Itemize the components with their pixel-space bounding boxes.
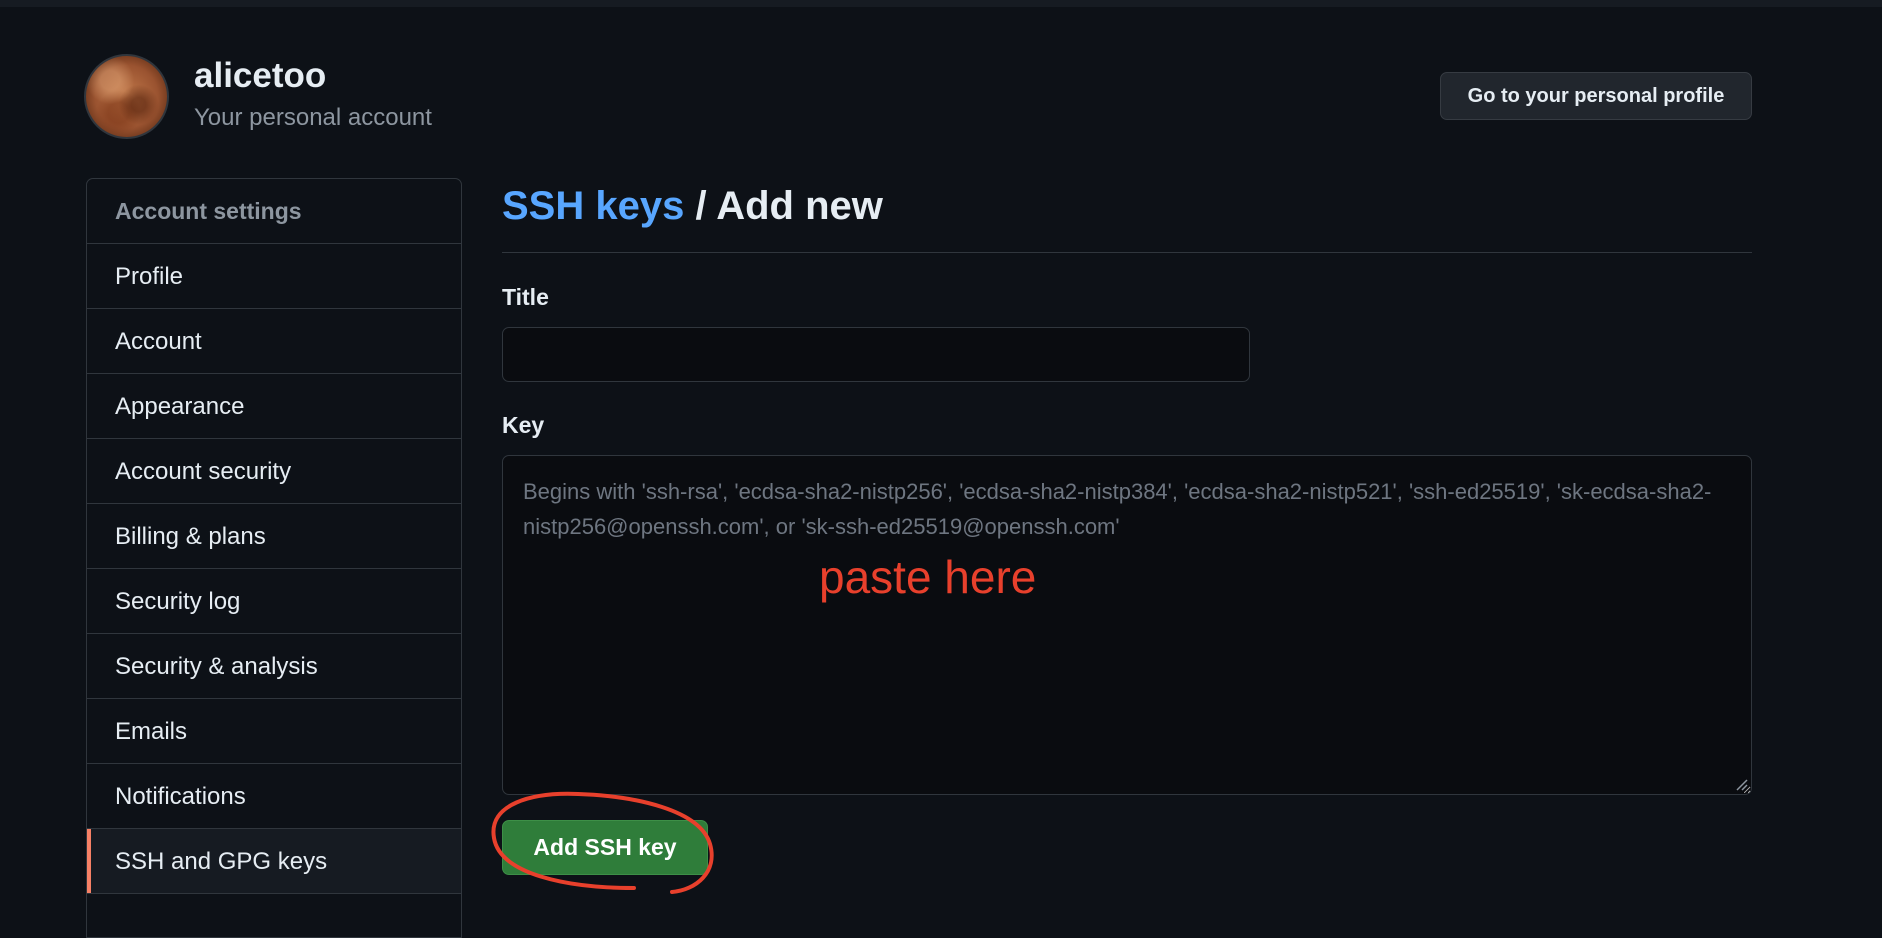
- sidebar-item-appearance[interactable]: Appearance: [87, 374, 461, 439]
- key-label: Key: [502, 412, 545, 438]
- sidebar-item-billing[interactable]: Billing & plans: [87, 504, 461, 569]
- account-subtitle: Your personal account: [194, 104, 432, 131]
- sidebar-item-profile[interactable]: Profile: [87, 244, 461, 309]
- sidebar-item-notifications[interactable]: Notifications: [87, 764, 461, 829]
- sidebar-item-ssh-gpg-keys[interactable]: SSH and GPG keys: [87, 829, 461, 894]
- go-to-profile-button[interactable]: Go to your personal profile: [1440, 72, 1752, 120]
- resize-handle-icon[interactable]: [1734, 777, 1748, 791]
- title-input[interactable]: [502, 327, 1250, 382]
- breadcrumb-ssh-keys-link[interactable]: SSH keys: [502, 184, 684, 228]
- settings-sidebar: Account settings Profile Account Appeara…: [86, 178, 462, 938]
- breadcrumb-current: Add new: [716, 184, 883, 228]
- key-textarea[interactable]: [502, 455, 1752, 795]
- sidebar-item-account[interactable]: Account: [87, 309, 461, 374]
- top-bar: [0, 0, 1882, 7]
- sidebar-item-emails[interactable]: Emails: [87, 699, 461, 764]
- paste-here-annotation: paste here: [819, 551, 1037, 603]
- sidebar-heading: Account settings: [87, 179, 461, 244]
- breadcrumb-separator: /: [684, 184, 717, 228]
- sidebar-item-account-security[interactable]: Account security: [87, 439, 461, 504]
- title-label: Title: [502, 284, 549, 310]
- sidebar-item-security-analysis[interactable]: Security & analysis: [87, 634, 461, 699]
- title-divider: [502, 252, 1752, 253]
- page-title: SSH keys / Add new: [502, 184, 883, 229]
- sidebar-item-security-log[interactable]: Security log: [87, 569, 461, 634]
- add-ssh-key-button[interactable]: Add SSH key: [502, 820, 708, 875]
- avatar[interactable]: [84, 54, 169, 139]
- username: alicetoo: [194, 56, 327, 95]
